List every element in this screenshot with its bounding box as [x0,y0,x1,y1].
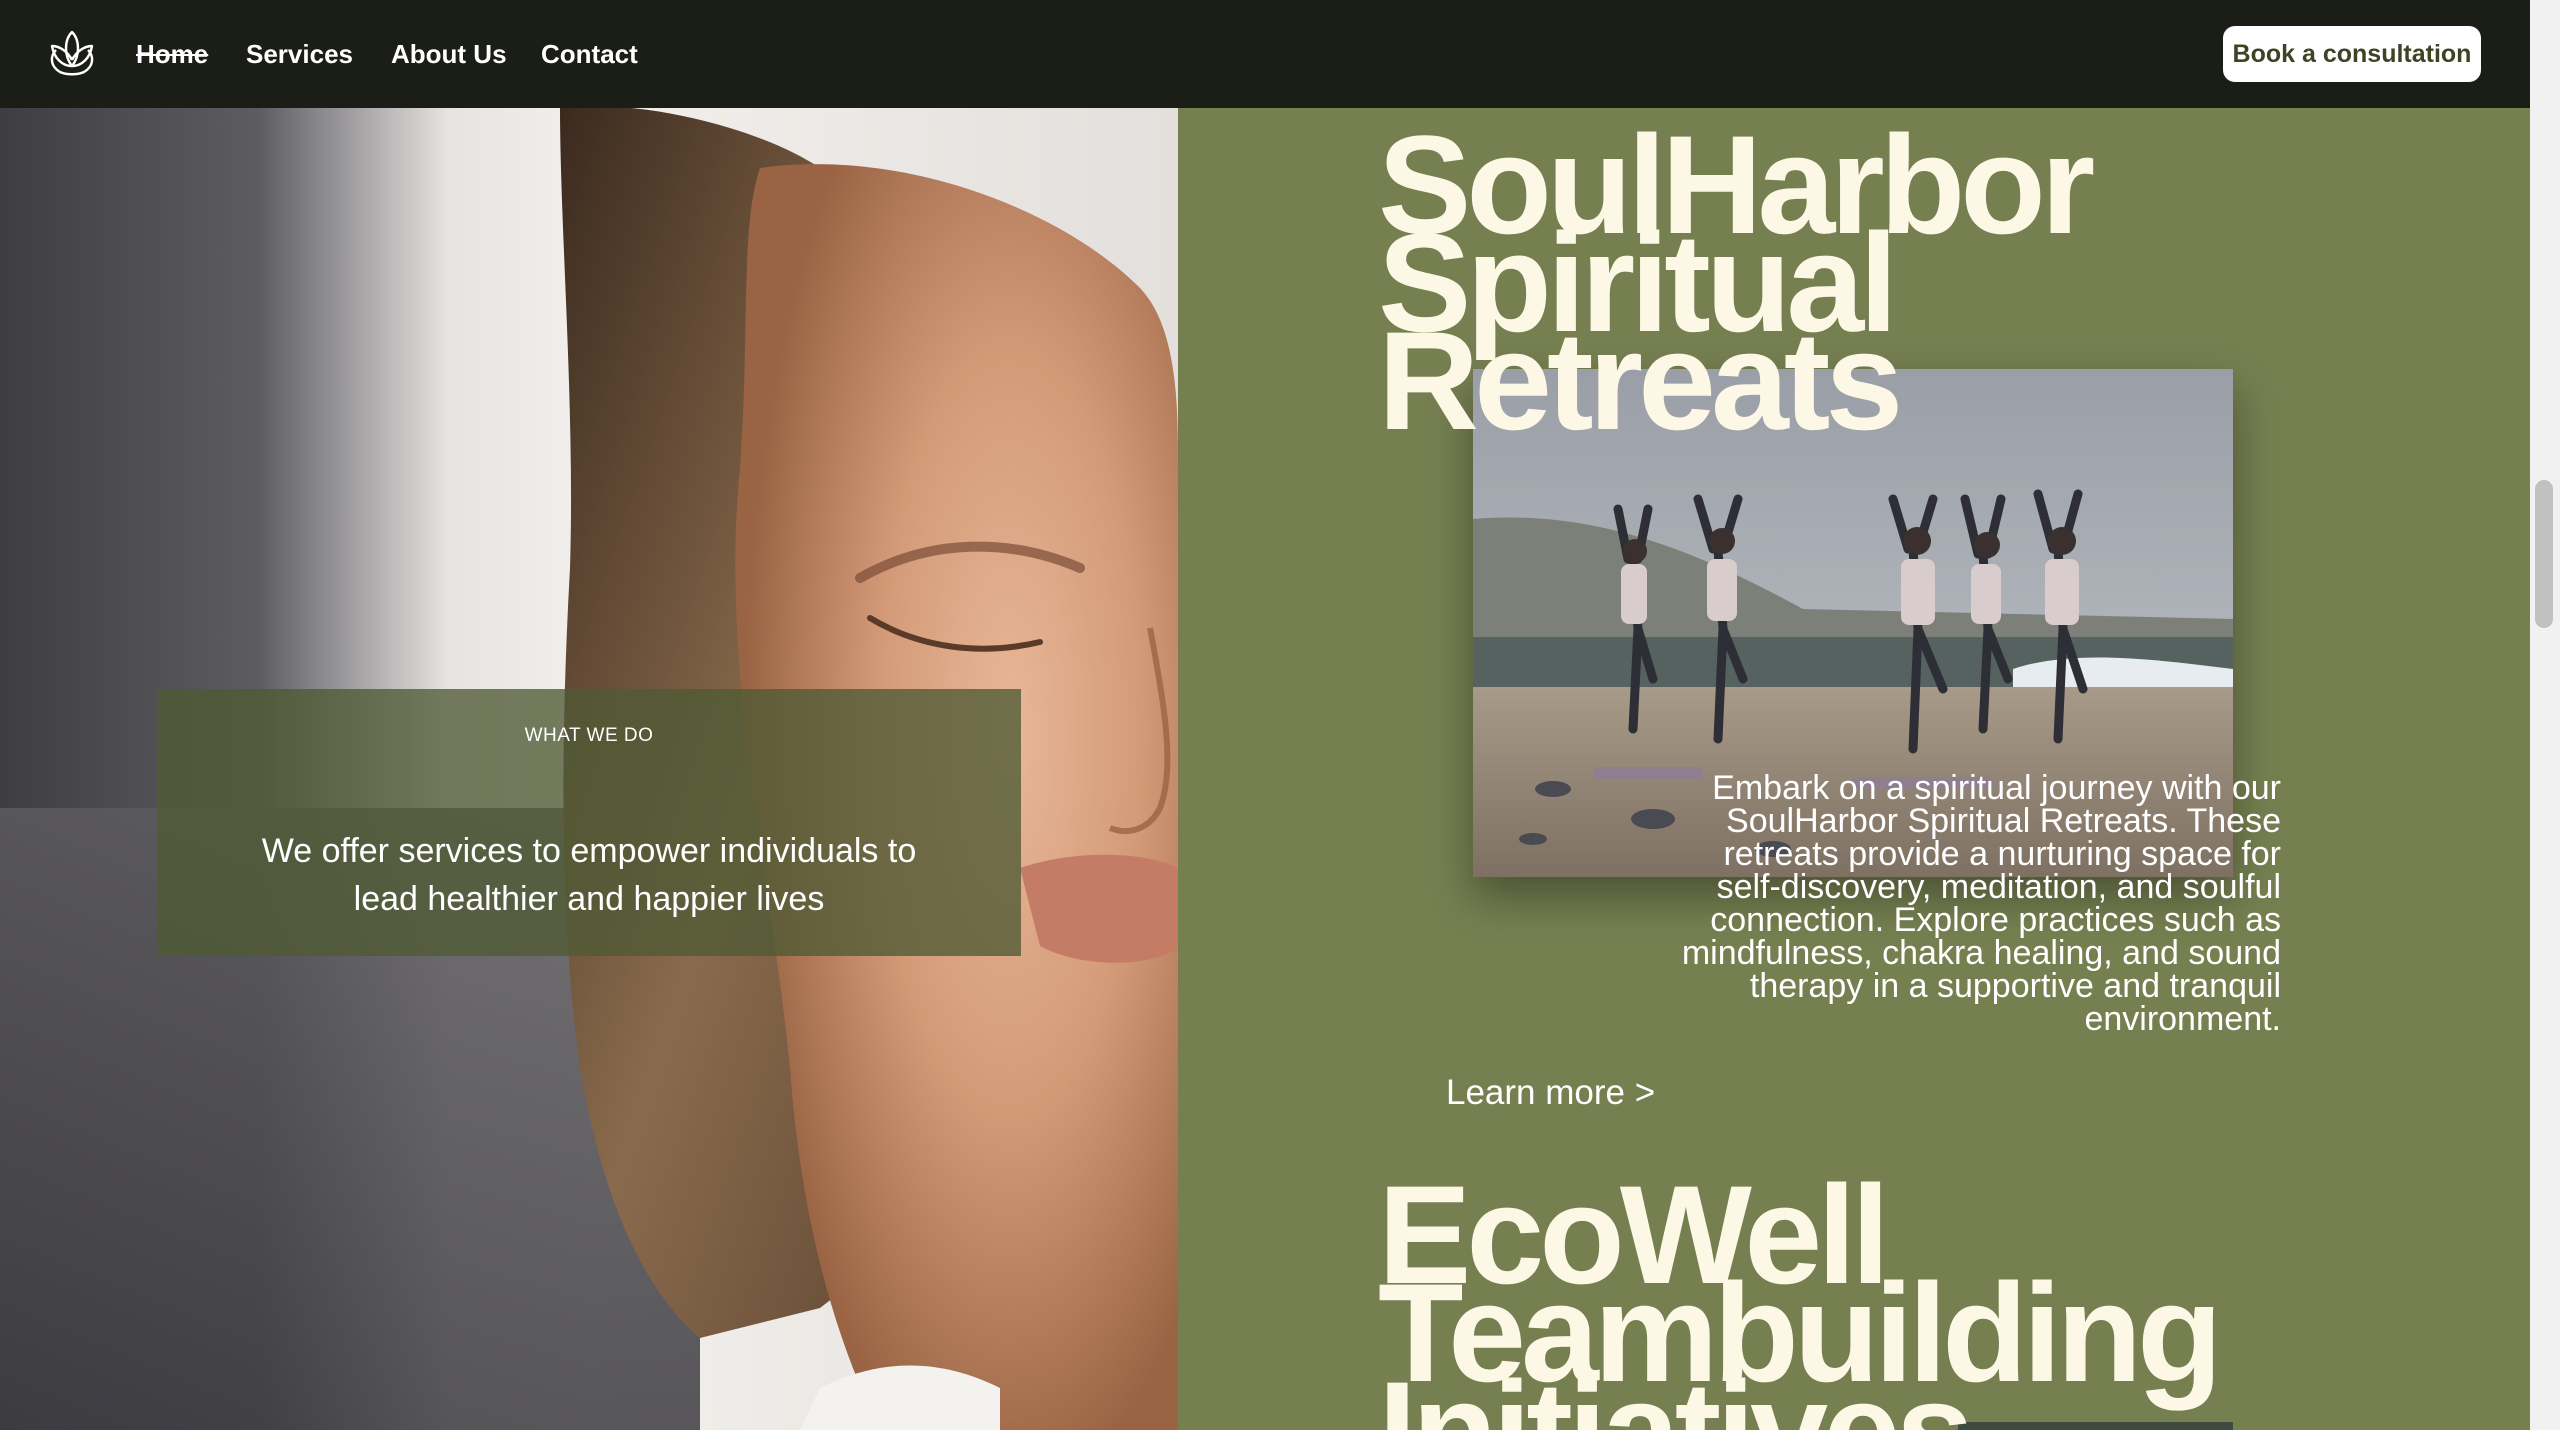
book-consultation-button[interactable]: Book a consultation [2223,26,2481,82]
what-we-do-box: WHAT WE DO We offer services to empower … [157,689,1021,956]
learn-more-link[interactable]: Learn more > [1446,1071,1655,1115]
title-line: Retreats [1378,302,1903,459]
hero-portrait-image: WHAT WE DO We offer services to empower … [0,108,1178,1430]
services-panel: SoulHarbor Spiritual Retreats Embark on … [1178,108,2530,1430]
page-scrollbar[interactable] [2530,0,2560,1430]
what-we-do-eyebrow: WHAT WE DO [524,725,654,746]
service-title-soulharbor: SoulHarbor Spiritual Retreats [1378,115,2095,459]
scrollbar-thumb[interactable] [2535,480,2553,628]
retreat-description: Embark on a spiritual journey with our S… [1681,769,2281,1038]
nav-about-us[interactable]: About Us [391,38,507,70]
service-title-ecowell: EcoWell Teambuilding Initiatives [1378,1165,2223,1430]
lotus-icon[interactable] [46,26,98,80]
nav-contact[interactable]: Contact [541,38,638,70]
site-header: Home Services About Us Contact Book a co… [0,0,2530,108]
hero-tagline: We offer services to empower individuals… [261,832,917,918]
nav-services[interactable]: Services [246,38,353,70]
nav-home[interactable]: Home [136,38,208,70]
